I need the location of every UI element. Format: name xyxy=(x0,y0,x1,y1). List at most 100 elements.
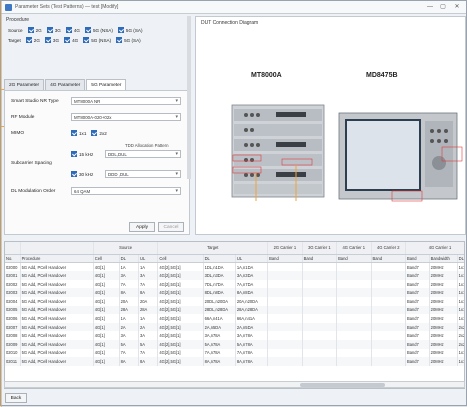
table-cell: Band7 xyxy=(405,262,430,272)
group-header-4g-carrier-last: 4G Carrier 1 xyxy=(405,242,464,255)
scs-15khz-checkbox[interactable] xyxy=(71,151,77,157)
column-header[interactable]: Cell xyxy=(93,254,120,264)
table-row[interactable]: 02009 5G Add, PCell Handover 4G[1] 5A 5A 4G[2… xyxy=(5,339,464,349)
column-header[interactable]: Bandwidth xyxy=(429,254,458,264)
table-row[interactable]: 02008 5G Add, PCell Handover 4G[1] 3A 3A 4G[2… xyxy=(5,331,464,340)
table-cell xyxy=(302,357,338,366)
table-cell: 7A,n78A xyxy=(203,348,236,358)
back-button[interactable]: Back xyxy=(5,393,27,403)
table-cell: 5A xyxy=(119,339,139,349)
column-header[interactable]: Band xyxy=(336,254,372,264)
column-header[interactable]: UL xyxy=(235,254,269,264)
tab-4g-parameter[interactable]: 4G Parameter xyxy=(45,79,86,90)
source-4g-checkbox[interactable] xyxy=(65,27,72,33)
table-cell: 5G Add, PCell Handover xyxy=(20,271,94,280)
table-cell: 8A,n8DA xyxy=(235,288,269,297)
column-header[interactable]: Band xyxy=(405,254,430,264)
tab-5g-parameter[interactable]: 5G Parameter xyxy=(86,79,127,90)
column-header[interactable]: DL xyxy=(457,254,464,264)
table-cell: 20MHz xyxy=(429,348,458,358)
target-4g-checkbox[interactable] xyxy=(64,37,71,43)
table-cell: 1x1 xyxy=(457,279,464,289)
mimo-1x1-checkbox[interactable] xyxy=(71,130,77,136)
table-row[interactable]: 02000 5G Add, PCell Handover 4G[1] 1A 1A 4G[2… xyxy=(5,262,464,272)
mt8000a-image xyxy=(231,104,325,198)
table-row[interactable]: 02003 5G Add, PCell Handover 4G[1] 8A 8A 4G[2… xyxy=(5,288,464,297)
close-button[interactable]: ✕ xyxy=(452,3,462,12)
tab-2g-parameter[interactable]: 2G Parameter xyxy=(4,79,45,90)
source-2g-checkbox[interactable] xyxy=(27,27,34,33)
table-cell xyxy=(267,322,303,332)
scrollbar-thumb[interactable] xyxy=(300,383,385,387)
tdd-15khz-select[interactable]: DDL,DUL xyxy=(105,150,181,158)
target-2g-checkbox[interactable] xyxy=(25,37,32,43)
table-cell: 20MHz xyxy=(429,305,458,315)
table-cell: 7A xyxy=(119,279,139,289)
left-scrollbar[interactable] xyxy=(187,16,191,179)
cancel-button[interactable]: Cancel xyxy=(158,222,184,232)
apply-button[interactable]: Apply xyxy=(129,222,155,232)
mimo-2x2-checkbox[interactable] xyxy=(91,130,98,136)
table-row[interactable]: 02006 5G Add, PCell Handover 4G[1] 1A 1A 4G[2… xyxy=(5,314,464,323)
source-row: Source 2G 3G 4G 5G (NSA) 5G (SA) xyxy=(8,26,146,34)
table-row[interactable]: 02011 5G Add, PCell Handover 4G[1] 8A 8A 4G[2… xyxy=(5,357,464,366)
table-cell: 4G[2],5G[1] xyxy=(157,271,204,280)
table-cell: Band7 xyxy=(405,288,430,297)
table-cell: 2A,n5DA xyxy=(235,322,269,332)
table-row[interactable]: 02001 5G Add, PCell Handover 4G[1] 3A 3A 4G[2… xyxy=(5,271,464,280)
target-5g-sa-checkbox[interactable] xyxy=(116,37,123,43)
table-cell xyxy=(336,314,372,323)
table-row[interactable]: 02007 5G Add, PCell Handover 4G[1] 2A 2A 4G[2… xyxy=(5,322,464,332)
table-row[interactable]: 02010 5G Add, PCell Handover 4G[1] 7A 7A 4G[2… xyxy=(5,348,464,358)
column-header[interactable]: UL xyxy=(138,254,159,264)
table-cell xyxy=(302,288,338,297)
column-header[interactable]: Band xyxy=(267,254,303,264)
target-5g-nsa-checkbox[interactable] xyxy=(83,37,90,43)
restore-button[interactable]: ▢ xyxy=(438,3,448,12)
table-row[interactable]: 02005 5G Add, PCell Handover 4G[1] 28A 28A 4G… xyxy=(5,305,464,315)
source-3g-checkbox[interactable] xyxy=(46,27,53,33)
table-cell: 4G[1] xyxy=(93,296,120,306)
table-cell xyxy=(336,357,372,366)
table-cell xyxy=(336,271,372,280)
table-cell: 2x2 xyxy=(457,331,464,340)
table-cell: 1DL,n1DA xyxy=(203,262,236,272)
column-header[interactable]: Cell xyxy=(157,254,204,264)
source-5g-nsa-checkbox[interactable] xyxy=(84,27,91,33)
table-cell: 1x1 xyxy=(457,305,464,315)
column-header[interactable]: DL xyxy=(203,254,236,264)
table-cell xyxy=(267,262,303,272)
table-cell: 2A xyxy=(119,322,139,332)
source-5g-sa-label: 5G (SA) xyxy=(125,27,143,33)
scs-30-row: 30 kHz xyxy=(71,171,96,177)
table-cell: 7A xyxy=(138,279,159,289)
table-cell: 20DL,n20DA xyxy=(203,296,236,306)
horizontal-scrollbar[interactable] xyxy=(4,381,465,388)
minimize-button[interactable]: — xyxy=(425,3,435,12)
table-cell: 5G Add, PCell Handover xyxy=(20,331,94,340)
table-cell: 66A,n41A xyxy=(203,314,236,323)
column-header[interactable]: Procedure xyxy=(20,254,94,264)
column-header[interactable]: DL xyxy=(119,254,139,264)
table-cell: 28A xyxy=(119,305,139,315)
table-cell xyxy=(267,288,303,297)
column-header[interactable]: No. xyxy=(5,254,21,264)
app-icon xyxy=(5,4,12,11)
table-cell xyxy=(336,322,372,332)
table-cell xyxy=(336,262,372,272)
tdd-30khz-select[interactable]: DDD ,DUL xyxy=(105,170,181,178)
table-row[interactable]: 02004 5G Add, PCell Handover 4G[1] 20A 20A 4G… xyxy=(5,296,464,306)
table-header-row: No. Procedure Cell DL UL Cell DL UL Band Band Band… xyxy=(5,254,464,264)
column-header[interactable]: Band xyxy=(302,254,338,264)
table-cell xyxy=(302,262,338,272)
smart-studio-select[interactable]: MT8000A NR xyxy=(71,97,181,105)
table-body: 02000 5G Add, PCell Handover 4G[1] 1A 1A 4G[2… xyxy=(5,262,464,366)
target-3g-checkbox[interactable] xyxy=(44,37,51,43)
rf-module-select[interactable]: MT8000A-020+02x xyxy=(71,113,181,121)
table-cell xyxy=(267,339,303,349)
dl-modulation-select[interactable]: 64 QAM xyxy=(71,187,181,195)
scs-30khz-checkbox[interactable] xyxy=(71,171,77,177)
source-5g-sa-checkbox[interactable] xyxy=(117,27,124,33)
column-header[interactable]: Band xyxy=(371,254,406,264)
table-row[interactable]: 02002 5G Add, PCell Handover 4G[1] 7A 7A 4G[2… xyxy=(5,279,464,289)
